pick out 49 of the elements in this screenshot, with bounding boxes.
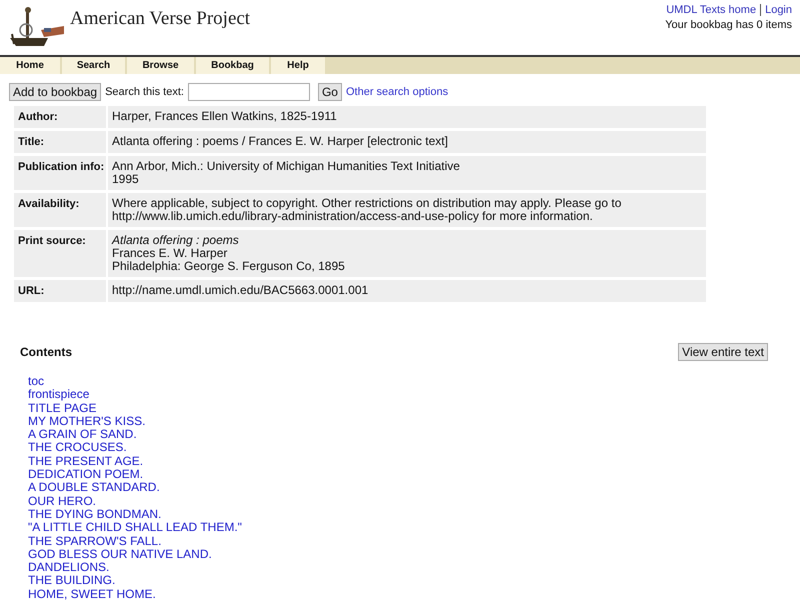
field-value: Atlanta offering : poems [112, 234, 240, 247]
contents-link[interactable]: THE SPARROW'S FALL. [28, 534, 162, 548]
search-options-link[interactable]: Other search options [346, 86, 448, 98]
search-field[interactable] [188, 83, 310, 101]
field-value: Ann Arbor, Mich.: University of Michigan Humanities Text Initiative [112, 160, 461, 173]
contents-link[interactable]: A DOUBLE STANDARD. [28, 481, 160, 495]
field-label: Availability: [14, 193, 106, 227]
contents-link[interactable]: A GRAIN OF SAND. [28, 428, 137, 442]
contents-link[interactable]: MY MOTHER'S KISS. [28, 414, 146, 428]
contents-link[interactable]: THE BUILDING. [28, 574, 116, 588]
contents-link[interactable]: "A LITTLE CHILD SHALL LEAD THEM." [28, 521, 242, 535]
contents-link[interactable]: OUR HERO. [28, 494, 96, 508]
contents-link[interactable]: DEDICATION POEM. [28, 468, 144, 482]
contents-link[interactable]: frontispiece [28, 388, 90, 402]
field-label: Print source: [14, 230, 106, 277]
nav-tab[interactable]: Browse [127, 57, 196, 74]
header-link[interactable]: Login [760, 4, 792, 16]
search-label: Search this text: [105, 86, 184, 98]
contents-heading: Contents [20, 345, 72, 359]
bookbag-status: Your bookbag has 0 items [665, 19, 792, 31]
contents-link[interactable]: THE DYING BONDMAN. [28, 508, 162, 522]
field-value: 1995 [112, 173, 140, 186]
contents-link[interactable]: THE PRESENT AGE. [28, 454, 144, 468]
go-button[interactable]: Go [318, 83, 342, 101]
nav-tab[interactable]: Home [0, 57, 62, 74]
contents-link[interactable]: GOD BLESS OUR NATIVE LAND. [28, 548, 212, 562]
field-label: Author: [14, 106, 106, 128]
contents-link[interactable]: DANDELIONS. [28, 561, 110, 574]
field-value: Frances E. W. Harper [112, 247, 228, 260]
field-value: http://www.lib.umich.edu/library-administration/access-and-use-policy for more information. [112, 210, 594, 223]
field-value: Where applicable, subject to copyright. Other restrictions on distribution may apply. Please go to [112, 197, 622, 210]
contents-link[interactable]: toc [28, 375, 44, 388]
field-label: Publication info: [14, 156, 106, 190]
header-link[interactable]: UMDL Texts home [662, 4, 760, 16]
field-value: Philadelphia: George S. Ferguson Co, 1895 [112, 260, 346, 273]
field-label: Title: [14, 131, 106, 153]
contents-link[interactable]: THE CROCUSES. [28, 441, 127, 455]
view-entire-text-button[interactable]: View entire text [678, 343, 768, 361]
field-value: Harper, Frances Ellen Watkins, 1825-1911 [112, 110, 338, 123]
field-label: URL: [14, 280, 106, 302]
contents-link[interactable]: TITLE PAGE [28, 402, 96, 415]
nav-tab[interactable]: Help [271, 57, 327, 74]
field-value: http://name.umdl.umich.edu/BAC5663.0001.001 [112, 284, 370, 297]
field-value: Atlanta offering : poems / Frances E. W. Harper [electronic text] [112, 135, 449, 148]
contents-link[interactable]: HOME, SWEET HOME. [28, 588, 156, 600]
site-title: American Verse Project [70, 8, 250, 30]
nav-tab[interactable]: Search [62, 57, 127, 74]
add-to-bookbag-button[interactable]: Add to bookbag [9, 83, 102, 101]
nav-tab[interactable]: Bookbag [196, 57, 271, 74]
